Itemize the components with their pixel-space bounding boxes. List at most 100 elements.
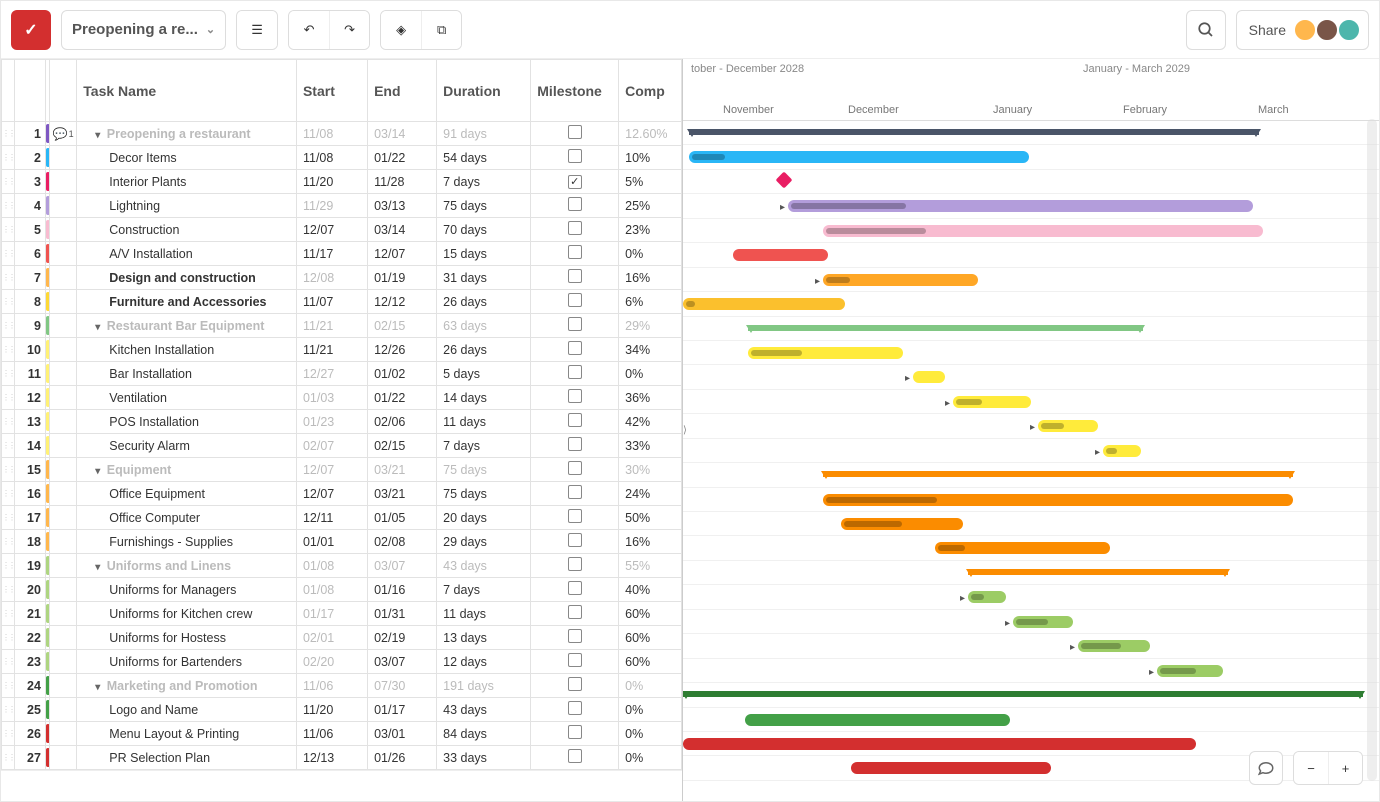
gantt-bar[interactable]: [823, 494, 1293, 506]
cell-end[interactable]: 12/12: [368, 290, 437, 314]
gantt-bar[interactable]: [1078, 640, 1150, 652]
cell-duration[interactable]: 43 days: [437, 698, 531, 722]
zoom-out-button[interactable]: −: [1294, 752, 1328, 784]
cell-duration[interactable]: 26 days: [437, 338, 531, 362]
table-row[interactable]: ⋮⋮17Office Computer12/1101/0520 days50%: [2, 506, 682, 530]
drag-handle[interactable]: ⋮⋮: [2, 585, 14, 594]
cell-start[interactable]: 12/07: [296, 458, 367, 482]
gantt-bar[interactable]: [841, 518, 963, 530]
drag-handle[interactable]: ⋮⋮: [2, 705, 14, 714]
milestone-button[interactable]: ◈: [381, 11, 421, 49]
milestone-checkbox[interactable]: [568, 365, 582, 379]
project-title-dropdown[interactable]: Preopening a re... ⌄: [61, 10, 226, 50]
cell-start[interactable]: 01/08: [296, 578, 367, 602]
cell-start[interactable]: 12/08: [296, 266, 367, 290]
cell-completed[interactable]: 0%: [619, 746, 682, 770]
cell-start[interactable]: 12/07: [296, 482, 367, 506]
cell-end[interactable]: 01/22: [368, 386, 437, 410]
milestone-checkbox[interactable]: [568, 125, 582, 139]
cell-completed[interactable]: 34%: [619, 338, 682, 362]
gantt-bar[interactable]: [733, 249, 828, 261]
cell-start[interactable]: 11/08: [296, 122, 367, 146]
table-row[interactable]: ⋮⋮6A/V Installation11/1712/0715 days0%: [2, 242, 682, 266]
milestone-checkbox[interactable]: [568, 557, 582, 571]
drag-handle[interactable]: ⋮⋮: [2, 657, 14, 666]
drag-handle[interactable]: ⋮⋮: [2, 633, 14, 642]
cell-end[interactable]: 07/30: [368, 674, 437, 698]
table-row[interactable]: ⋮⋮11Bar Installation12/2701/025 days0%: [2, 362, 682, 386]
table-row[interactable]: ⋮⋮10Kitchen Installation11/2112/2626 day…: [2, 338, 682, 362]
table-row[interactable]: ⋮⋮19▾ Uniforms and Linens01/0803/0743 da…: [2, 554, 682, 578]
cell-duration[interactable]: 13 days: [437, 626, 531, 650]
cell-duration[interactable]: 15 days: [437, 242, 531, 266]
cell-start[interactable]: 11/21: [296, 314, 367, 338]
drag-handle[interactable]: ⋮⋮: [2, 561, 14, 570]
drag-handle[interactable]: ⋮⋮: [2, 729, 14, 738]
share-button[interactable]: Share: [1236, 10, 1369, 50]
cell-duration[interactable]: 5 days: [437, 362, 531, 386]
milestone-checkbox[interactable]: [568, 437, 582, 451]
table-row[interactable]: ⋮⋮26Menu Layout & Printing11/0603/0184 d…: [2, 722, 682, 746]
table-row[interactable]: ⋮⋮1💬1▾ Preopening a restaurant11/0803/14…: [2, 122, 682, 146]
cell-end[interactable]: 03/14: [368, 122, 437, 146]
cell-completed[interactable]: 6%: [619, 290, 682, 314]
table-row[interactable]: ⋮⋮14Security Alarm02/0702/157 days33%: [2, 434, 682, 458]
gantt-bar[interactable]: [788, 200, 1253, 212]
cell-completed[interactable]: 12.60%: [619, 122, 682, 146]
table-row[interactable]: ⋮⋮25Logo and Name11/2001/1743 days0%: [2, 698, 682, 722]
table-row[interactable]: ⋮⋮7Design and construction12/0801/1931 d…: [2, 266, 682, 290]
cell-completed[interactable]: 0%: [619, 362, 682, 386]
cell-completed[interactable]: 29%: [619, 314, 682, 338]
milestone-checkbox[interactable]: [568, 269, 582, 283]
cell-end[interactable]: 02/06: [368, 410, 437, 434]
table-row[interactable]: ⋮⋮9▾ Restaurant Bar Equipment11/2102/156…: [2, 314, 682, 338]
table-row[interactable]: ⋮⋮21Uniforms for Kitchen crew01/1701/311…: [2, 602, 682, 626]
gantt-bar[interactable]: [953, 396, 1031, 408]
cell-start[interactable]: 11/07: [296, 290, 367, 314]
search-button[interactable]: [1186, 10, 1226, 50]
table-row[interactable]: ⋮⋮18Furnishings - Supplies01/0102/0829 d…: [2, 530, 682, 554]
table-row[interactable]: ⋮⋮20Uniforms for Managers01/0801/167 day…: [2, 578, 682, 602]
milestone-checkbox[interactable]: [568, 677, 582, 691]
milestone-checkbox[interactable]: [568, 341, 582, 355]
menu-button[interactable]: ☰: [237, 11, 277, 49]
cell-duration[interactable]: 70 days: [437, 218, 531, 242]
cell-end[interactable]: 12/26: [368, 338, 437, 362]
milestone-checkbox[interactable]: [568, 149, 582, 163]
milestone-checkbox[interactable]: [568, 245, 582, 259]
gantt-bar[interactable]: [935, 542, 1110, 554]
cell-end[interactable]: 12/07: [368, 242, 437, 266]
cell-duration[interactable]: 75 days: [437, 482, 531, 506]
cell-duration[interactable]: 31 days: [437, 266, 531, 290]
cell-end[interactable]: 02/19: [368, 626, 437, 650]
gantt-summary-bar[interactable]: [968, 569, 1228, 575]
cell-end[interactable]: 01/26: [368, 746, 437, 770]
cell-end[interactable]: 01/19: [368, 266, 437, 290]
collapse-icon[interactable]: ▾: [95, 322, 103, 333]
milestone-checkbox[interactable]: [568, 485, 582, 499]
drag-handle[interactable]: ⋮⋮: [2, 297, 14, 306]
collapse-icon[interactable]: ▾: [95, 130, 103, 141]
drag-handle[interactable]: ⋮⋮: [2, 345, 14, 354]
col-task-name[interactable]: Task Name: [77, 60, 297, 122]
cell-start[interactable]: 12/13: [296, 746, 367, 770]
milestone-checkbox[interactable]: [568, 221, 582, 235]
drag-handle[interactable]: ⋮⋮: [2, 177, 14, 186]
milestone-checkbox[interactable]: [568, 701, 582, 715]
gantt-bar[interactable]: [1013, 616, 1073, 628]
drag-handle[interactable]: ⋮⋮: [2, 393, 14, 402]
cell-completed[interactable]: 60%: [619, 602, 682, 626]
cell-completed[interactable]: 55%: [619, 554, 682, 578]
cell-start[interactable]: 12/11: [296, 506, 367, 530]
cell-start[interactable]: 11/17: [296, 242, 367, 266]
menu-column[interactable]: ⋮: [2, 60, 15, 122]
table-row[interactable]: ⋮⋮22Uniforms for Hostess02/0102/1913 day…: [2, 626, 682, 650]
cell-start[interactable]: 02/20: [296, 650, 367, 674]
gantt-milestone-diamond[interactable]: [776, 171, 793, 188]
gantt-bar[interactable]: [968, 591, 1006, 603]
cell-duration[interactable]: 12 days: [437, 650, 531, 674]
cell-end[interactable]: 03/14: [368, 218, 437, 242]
drag-handle[interactable]: ⋮⋮: [2, 225, 14, 234]
drag-handle[interactable]: ⋮⋮: [2, 753, 14, 762]
cell-duration[interactable]: 33 days: [437, 746, 531, 770]
